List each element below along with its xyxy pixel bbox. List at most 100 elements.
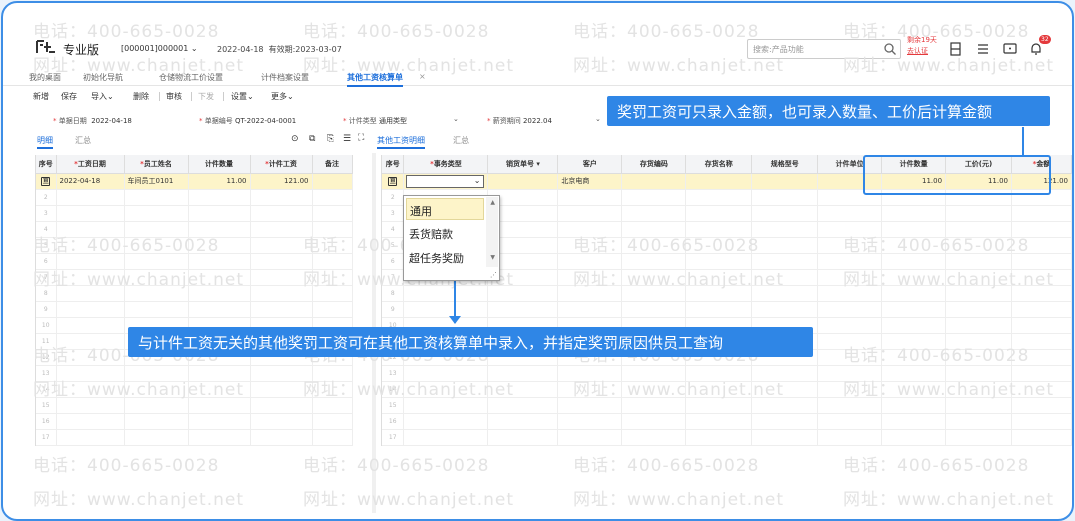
chevron-down-icon[interactable]: ⌄ <box>453 115 459 123</box>
grid-cell[interactable] <box>487 365 559 382</box>
grid-cell[interactable] <box>751 397 819 414</box>
period-field[interactable]: * 薪资期间 2022.04 <box>487 116 552 126</box>
grid-cell[interactable] <box>751 365 819 382</box>
grid-cell[interactable] <box>312 301 353 318</box>
grid-cell[interactable] <box>250 365 313 382</box>
grid-cell[interactable] <box>751 221 819 238</box>
grid-cell[interactable] <box>56 381 125 398</box>
grid-cell[interactable] <box>56 237 125 254</box>
grid-cell[interactable] <box>188 285 251 302</box>
grid-cell[interactable] <box>188 429 251 446</box>
grid-cell[interactable] <box>188 269 251 286</box>
table-row[interactable]: 5 <box>36 237 353 254</box>
grid-cell[interactable] <box>881 349 947 366</box>
grid-cell[interactable] <box>124 397 189 414</box>
grid-cell[interactable] <box>557 381 623 398</box>
grid-cell[interactable] <box>945 269 1012 286</box>
table-row[interactable]: 9 <box>36 301 353 318</box>
grid-cell[interactable] <box>751 429 819 446</box>
grid-cell[interactable] <box>881 253 947 270</box>
grid-cell[interactable] <box>685 413 753 430</box>
grid-cell[interactable] <box>188 237 251 254</box>
grid-cell[interactable] <box>403 365 489 382</box>
grid-cell[interactable] <box>56 205 125 222</box>
grid-cell[interactable] <box>685 237 753 254</box>
table-row[interactable]: 13 <box>36 365 353 382</box>
grid-cell[interactable] <box>685 381 753 398</box>
grid-cell[interactable] <box>621 381 687 398</box>
grid-cell[interactable] <box>685 365 753 382</box>
tab-piece-archive[interactable]: 计件档案设置 <box>261 72 309 83</box>
grid-cell[interactable] <box>1011 269 1072 286</box>
cell-spec[interactable] <box>751 173 819 190</box>
fullscreen-icon[interactable]: ⛶ <box>358 133 364 143</box>
grid-cell[interactable] <box>621 301 687 318</box>
grid-cell[interactable] <box>945 413 1012 430</box>
grid-cell[interactable] <box>621 189 687 206</box>
grid-cell[interactable] <box>557 397 623 414</box>
grid-cell[interactable] <box>557 301 623 318</box>
grid-cell[interactable] <box>312 429 353 446</box>
grid-cell[interactable] <box>945 221 1012 238</box>
cell-event-type[interactable]: ⌄ <box>403 173 489 190</box>
grid-cell[interactable] <box>250 397 313 414</box>
grid-cell[interactable] <box>557 365 623 382</box>
subtab-summary[interactable]: 汇总 <box>75 135 91 146</box>
grid-cell[interactable] <box>881 269 947 286</box>
grid-cell[interactable] <box>56 189 125 206</box>
grid-cell[interactable] <box>685 285 753 302</box>
grid-cell[interactable] <box>188 301 251 318</box>
grid-cell[interactable] <box>817 269 883 286</box>
grid-cell[interactable] <box>945 429 1012 446</box>
grid-cell[interactable] <box>945 253 1012 270</box>
grid-cell[interactable] <box>250 189 313 206</box>
grid-cell[interactable] <box>557 253 623 270</box>
table-row[interactable]: 16 <box>382 413 1072 430</box>
grid-cell[interactable] <box>621 237 687 254</box>
edit-icon[interactable]: 亘 <box>388 176 398 186</box>
grid-cell[interactable] <box>881 429 947 446</box>
grid-cell[interactable] <box>881 413 947 430</box>
cell-item-name[interactable] <box>685 173 753 190</box>
grid-cell[interactable] <box>56 365 125 382</box>
grid-cell[interactable] <box>188 413 251 430</box>
grid-cell[interactable] <box>1011 253 1072 270</box>
grid-cell[interactable] <box>685 205 753 222</box>
save-button[interactable]: 保存 <box>61 91 77 102</box>
grid-cell[interactable] <box>188 205 251 222</box>
list-icon[interactable] <box>976 42 990 56</box>
grid-cell[interactable] <box>56 253 125 270</box>
grid-cell[interactable] <box>881 237 947 254</box>
grid-cell[interactable] <box>487 381 559 398</box>
grid-cell[interactable] <box>557 269 623 286</box>
grid-cell[interactable] <box>751 189 819 206</box>
table-row[interactable]: 13 <box>382 365 1072 382</box>
grid-cell[interactable] <box>945 365 1012 382</box>
grid-cell[interactable] <box>124 189 189 206</box>
grid-cell[interactable] <box>751 285 819 302</box>
grid-cell[interactable] <box>312 237 353 254</box>
grid-cell[interactable] <box>487 285 559 302</box>
grid-cell[interactable] <box>1011 397 1072 414</box>
grid-cell[interactable] <box>817 365 883 382</box>
option-general[interactable]: 通用 <box>406 198 484 220</box>
subtab-detail[interactable]: 明细 <box>37 135 53 149</box>
grid-cell[interactable] <box>124 381 189 398</box>
grid-cell[interactable] <box>487 429 559 446</box>
grid-cell[interactable] <box>56 349 125 366</box>
table-row[interactable]: 2 <box>36 189 353 206</box>
date-field[interactable]: * 单据日期 2022-04-18 <box>53 116 132 126</box>
grid-cell[interactable] <box>124 269 189 286</box>
scroll-down-icon[interactable]: ▼ <box>490 254 495 261</box>
type-field[interactable]: * 计件类型 通用类型 <box>343 116 407 126</box>
resize-grip-icon[interactable]: ⋰ <box>490 271 497 279</box>
grid-cell[interactable] <box>685 429 753 446</box>
grid-cell[interactable] <box>817 381 883 398</box>
grid-cell[interactable] <box>945 205 1012 222</box>
grid-cell[interactable] <box>557 189 623 206</box>
dispatch-button[interactable]: 下发 <box>198 91 214 102</box>
grid-cell[interactable] <box>817 253 883 270</box>
grid-cell[interactable] <box>621 365 687 382</box>
cell-wage[interactable]: 121.00 <box>250 173 313 190</box>
cell-qty[interactable]: 11.00 <box>188 173 251 190</box>
